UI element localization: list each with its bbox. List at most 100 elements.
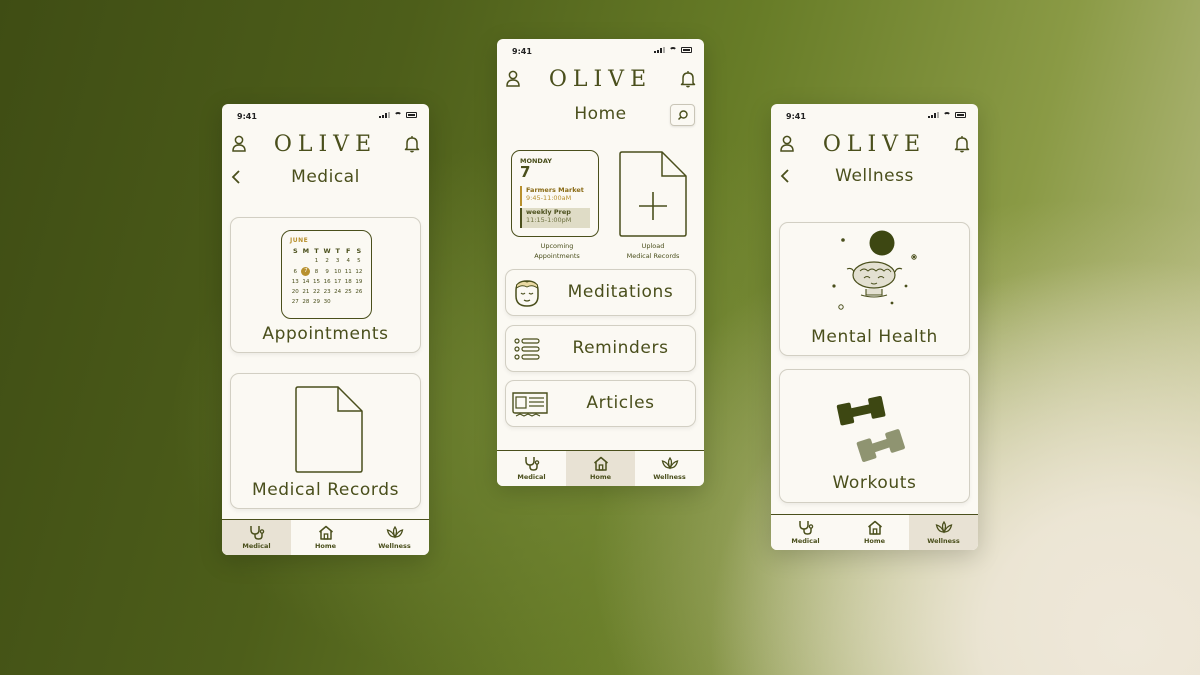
calendar-day[interactable]: 16	[322, 277, 333, 287]
medical-records-card[interactable]: Medical Records	[230, 373, 421, 509]
bell-icon[interactable]	[680, 70, 696, 88]
meditations-button[interactable]: Meditations	[505, 269, 696, 316]
upcoming-caption-line2: Appointments	[534, 252, 580, 260]
phone-home: 9:41 OLIVE Home MONDAY 7 Farmers Market …	[497, 39, 704, 486]
wifi-icon	[394, 112, 402, 118]
list-icon	[514, 338, 540, 360]
calendar-day[interactable]: 29	[311, 297, 322, 307]
calendar-day[interactable]: 24	[332, 287, 343, 297]
search-button[interactable]	[670, 104, 695, 126]
calendar-day[interactable]: 13	[290, 277, 301, 287]
upload-document-button[interactable]	[618, 150, 688, 238]
calendar-day[interactable]: 22	[311, 287, 322, 297]
back-icon[interactable]	[231, 170, 243, 184]
appointments-card[interactable]: JUNE S M T W T F S 1 2 3 4 5 6 7 8 9 10 11 12 13 14 15 16 17 18 1…	[230, 217, 421, 353]
lotus-icon	[661, 456, 678, 470]
calendar-day[interactable]: 6	[290, 267, 301, 277]
upcoming-widget[interactable]: MONDAY 7 Farmers Market 9:45-11:00aM wee…	[511, 150, 599, 237]
tab-medical[interactable]: Medical	[497, 451, 566, 486]
calendar-day-selected[interactable]: 7	[301, 267, 311, 277]
calendar-day[interactable]: 18	[343, 277, 354, 287]
event-weekly-prep[interactable]: weekly Prep 11:15-1:00pM	[520, 208, 590, 228]
bell-icon[interactable]	[404, 135, 420, 153]
calendar-month: JUNE	[290, 237, 309, 244]
page-title-text: Home	[574, 104, 627, 124]
tab-home[interactable]: Home	[840, 515, 909, 550]
workouts-label: Workouts	[832, 473, 917, 493]
tab-medical[interactable]: Medical	[222, 520, 291, 555]
calendar-day[interactable]: 8	[311, 267, 322, 277]
calendar-weekday: M	[302, 247, 310, 255]
lotus-icon	[935, 520, 952, 534]
calendar-weekday: T	[335, 247, 340, 255]
tab-home[interactable]: Home	[566, 451, 635, 486]
calendar-day[interactable]: 20	[290, 287, 301, 297]
calendar-day[interactable]: 26	[354, 287, 365, 297]
phone-medical: 9:41 OLIVE Medical JUNE SMTWTFS123456789…	[222, 104, 429, 555]
status-time: 9:41	[237, 112, 257, 121]
calendar-day[interactable]: 5	[354, 256, 365, 266]
calendar-day[interactable]: 17	[332, 277, 343, 287]
tab-wellness-label: Wellness	[653, 473, 686, 481]
plus-icon	[639, 192, 667, 220]
workouts-card[interactable]: Workouts	[779, 369, 970, 503]
meditations-label: Meditations	[567, 282, 674, 302]
tab-home-label: Home	[589, 473, 612, 481]
reminders-button[interactable]: Reminders	[505, 325, 696, 372]
tab-medical[interactable]: Medical	[771, 515, 840, 550]
calendar-day[interactable]: 1	[311, 256, 322, 266]
tab-wellness[interactable]: Wellness	[909, 515, 978, 550]
app-logo: OLIVE	[822, 132, 927, 157]
event-name: Farmers Market	[526, 186, 584, 194]
calendar-day[interactable]: 14	[301, 277, 312, 287]
stethoscope-icon	[798, 521, 813, 535]
calendar-day[interactable]: 9	[322, 267, 333, 277]
status-bar: 9:41	[497, 39, 704, 61]
calendar-day[interactable]: 28	[301, 297, 312, 307]
bell-icon[interactable]	[954, 135, 970, 153]
calendar-day[interactable]: 27	[290, 297, 301, 307]
calendar-day	[332, 297, 343, 307]
event-time: 11:15-1:00pM	[526, 216, 572, 224]
calendar-day[interactable]: 19	[354, 277, 365, 287]
articles-button[interactable]: Articles	[505, 380, 696, 427]
tab-wellness-label: Wellness	[927, 537, 960, 545]
calendar-day[interactable]: 2	[322, 256, 333, 266]
back-icon[interactable]	[780, 169, 792, 183]
event-time: 9:45-11:00aM	[526, 194, 572, 202]
calendar-weekday: F	[346, 247, 351, 255]
mental-health-card[interactable]: Mental Health	[779, 222, 970, 356]
document-icon	[295, 386, 363, 473]
upload-caption: Upload Medical Records	[603, 241, 703, 261]
calendar-day[interactable]: 21	[301, 287, 312, 297]
event-name: weekly Prep	[526, 208, 571, 216]
calendar-day[interactable]: 11	[343, 267, 354, 277]
stethoscope-icon	[524, 457, 539, 471]
calendar-day[interactable]: 3	[332, 256, 343, 266]
calendar-week-row: 20 21 22 23 24 25 26	[290, 287, 365, 297]
calendar-day[interactable]: 30	[322, 297, 333, 307]
calendar-day[interactable]: 4	[343, 256, 354, 266]
calendar-day[interactable]: 10	[332, 267, 343, 277]
house-icon	[593, 456, 608, 471]
tab-medical-label: Medical	[242, 542, 271, 550]
calendar-day[interactable]: 23	[322, 287, 333, 297]
calendar-day[interactable]: 15	[311, 277, 322, 287]
calendar-day[interactable]: 12	[354, 267, 365, 277]
page-title-text: Medical	[291, 167, 360, 187]
app-header: OLIVE	[771, 126, 978, 158]
articles-label: Articles	[586, 393, 655, 413]
tab-home-label: Home	[314, 542, 337, 550]
app-logo: OLIVE	[273, 132, 378, 157]
tab-wellness[interactable]: Wellness	[360, 520, 429, 555]
event-farmers-market[interactable]: Farmers Market 9:45-11:00aM	[520, 186, 590, 206]
upcoming-caption-line1: Upcoming	[540, 242, 574, 250]
stethoscope-icon	[249, 526, 264, 540]
calendar-day[interactable]: 25	[343, 287, 354, 297]
tab-medical-label: Medical	[517, 473, 546, 481]
tab-wellness[interactable]: Wellness	[635, 451, 704, 486]
calendar-weekday: T	[314, 247, 319, 255]
signal-icon	[654, 47, 665, 53]
battery-icon	[406, 112, 417, 118]
tab-home[interactable]: Home	[291, 520, 360, 555]
